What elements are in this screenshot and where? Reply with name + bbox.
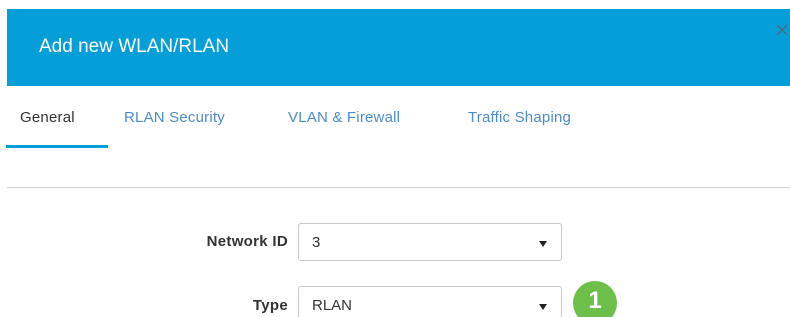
dialog-header: Add new WLAN/RLAN [7, 9, 790, 86]
network-id-select[interactable]: 3 [298, 223, 562, 261]
type-label: Type [252, 297, 288, 314]
chevron-down-icon [539, 241, 547, 247]
network-id-value: 3 [312, 234, 321, 251]
active-tab-indicator [6, 145, 108, 148]
type-value: RLAN [312, 297, 353, 314]
tab-traffic-shaping[interactable]: Traffic Shaping [468, 109, 571, 147]
close-icon[interactable] [774, 22, 790, 38]
dialog-title: Add new WLAN/RLAN [39, 36, 230, 57]
tab-vlan-firewall[interactable]: VLAN & Firewall [288, 109, 400, 147]
step-number-badge: 1 [573, 281, 617, 317]
type-select[interactable]: RLAN [298, 286, 562, 317]
divider [7, 187, 790, 188]
chevron-down-icon [539, 304, 547, 310]
add-wlan-dialog: Add new WLAN/RLAN General RLAN Security … [0, 0, 790, 317]
tab-rlan-security[interactable]: RLAN Security [124, 109, 225, 147]
network-id-label: Network ID [206, 233, 288, 250]
tab-general[interactable]: General [20, 109, 75, 147]
